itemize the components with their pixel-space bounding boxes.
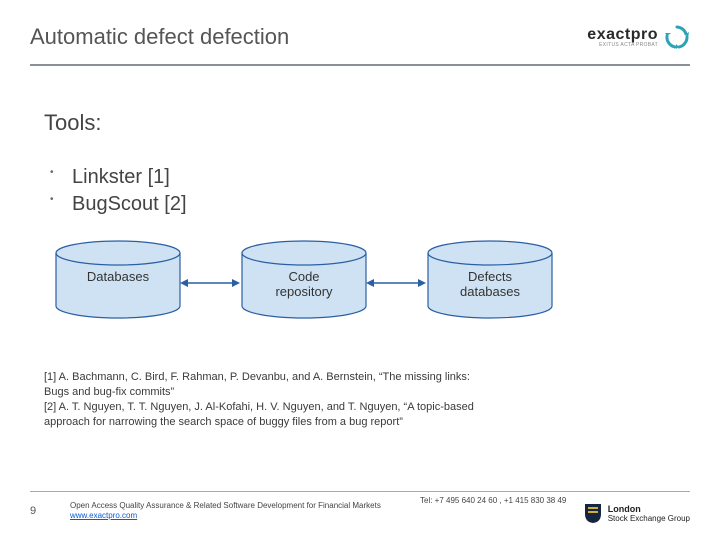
lse-text: London Stock Exchange Group bbox=[608, 505, 690, 523]
label-text: Code bbox=[288, 269, 319, 284]
recycle-arrows-icon bbox=[664, 24, 690, 50]
cylinder-label: Databases bbox=[52, 270, 184, 285]
footer: 9 Open Access Quality Assurance & Relate… bbox=[30, 496, 690, 526]
tools-heading: Tools: bbox=[44, 110, 676, 136]
title-divider bbox=[30, 64, 690, 66]
cylinder-label: Code repository bbox=[238, 270, 370, 300]
footer-line1: Open Access Quality Assurance & Related … bbox=[70, 501, 381, 510]
reference-item: [1] A. Bachmann, C. Bird, F. Rahman, P. … bbox=[44, 370, 474, 400]
brand-name: exactpro bbox=[587, 27, 658, 43]
list-item: BugScout [2] bbox=[50, 191, 676, 218]
label-text: repository bbox=[275, 284, 332, 299]
reference-item: [2] A. T. Nguyen, T. T. Nguyen, J. Al-Ko… bbox=[44, 400, 474, 430]
cylinder-code-repo: Code repository bbox=[238, 240, 370, 322]
cylinder-databases: Databases bbox=[52, 240, 184, 322]
lse-bottom: Stock Exchange Group bbox=[608, 515, 690, 523]
references: [1] A. Bachmann, C. Bird, F. Rahman, P. … bbox=[44, 370, 474, 429]
list-item: Linkster [1] bbox=[50, 164, 676, 191]
pipeline-diagram: Databases Code r bbox=[52, 240, 612, 328]
brand-logo: exactpro EXITUS ACTA PROBAT bbox=[587, 24, 690, 50]
label-text: Databases bbox=[87, 269, 149, 284]
page-number: 9 bbox=[30, 505, 70, 517]
footer-link[interactable]: www.exactpro.com bbox=[70, 511, 137, 520]
page-title: Automatic defect defection bbox=[30, 24, 289, 50]
footer-divider bbox=[30, 491, 690, 492]
cylinder-label: Defects databases bbox=[424, 270, 556, 300]
arrow-icon bbox=[180, 278, 240, 286]
tools-list: Linkster [1] BugScout [2] bbox=[50, 164, 676, 218]
brand-logo-text: exactpro EXITUS ACTA PROBAT bbox=[587, 27, 658, 48]
footer-tel: Tel: +7 495 640 24 60 , +1 415 830 38 49 bbox=[420, 496, 566, 505]
slide: Automatic defect defection exactpro EXIT… bbox=[0, 0, 720, 540]
brand-tagline: EXITUS ACTA PROBAT bbox=[599, 43, 658, 48]
label-text: Defects bbox=[468, 269, 512, 284]
footer-text: Open Access Quality Assurance & Related … bbox=[70, 501, 381, 521]
cylinder-defects: Defects databases bbox=[424, 240, 556, 322]
label-text: databases bbox=[460, 284, 520, 299]
arrow-icon bbox=[366, 278, 426, 286]
lse-coat-of-arms-icon bbox=[583, 502, 603, 526]
header: Automatic defect defection exactpro EXIT… bbox=[30, 24, 690, 50]
body: Tools: Linkster [1] BugScout [2] Databas… bbox=[44, 110, 676, 328]
lse-logo: London Stock Exchange Group bbox=[583, 502, 690, 526]
